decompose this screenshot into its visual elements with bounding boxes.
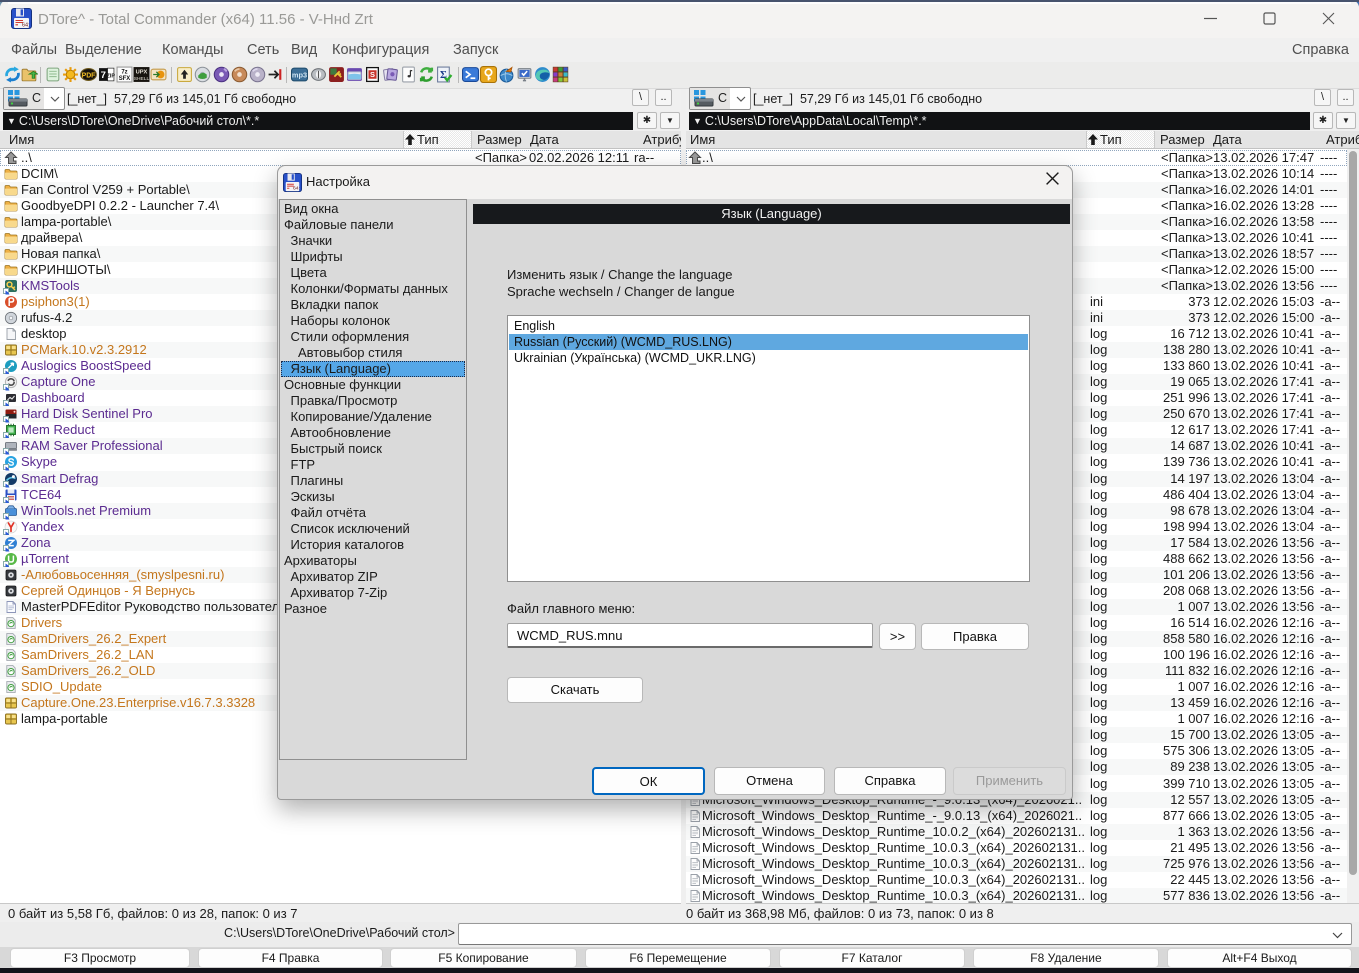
svg-text:7: 7 [101, 70, 106, 81]
svg-text:64:: 64: [22, 22, 30, 28]
svg-text:UPX: UPX [136, 70, 148, 76]
svg-text:S: S [370, 70, 375, 79]
svg-text:SHELL: SHELL [134, 76, 150, 82]
svg-text:SFX: SFX [119, 76, 131, 82]
svg-text:64:: 64: [293, 186, 300, 192]
svg-text:mp3: mp3 [292, 71, 307, 80]
svg-text:ZIP: ZIP [107, 73, 115, 79]
svg-text:7z: 7z [121, 69, 127, 75]
svg-text:PDF: PDF [82, 72, 96, 79]
